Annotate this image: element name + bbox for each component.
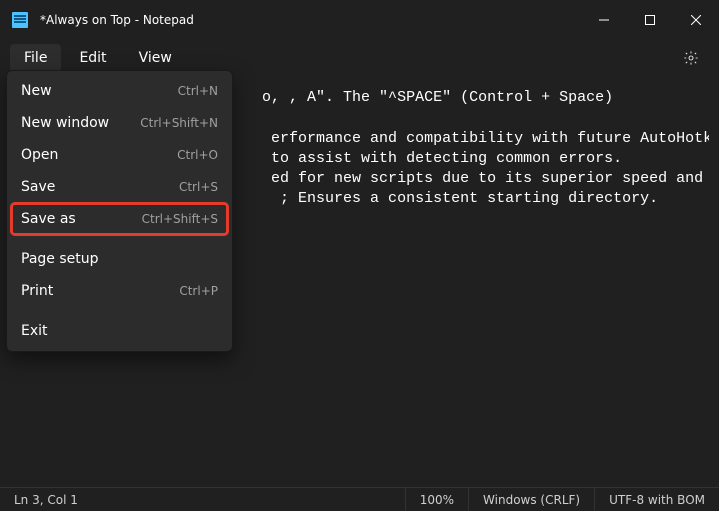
minimize-button[interactable] [581,0,627,40]
status-zoom[interactable]: 100% [405,488,468,511]
menu-item-shortcut: Ctrl+Shift+N [140,116,218,130]
file-menu-dropdown: New Ctrl+N New window Ctrl+Shift+N Open Ctrl+… [6,70,233,352]
menu-item-page-setup[interactable]: Page setup [11,243,228,275]
menu-item-label: Save [21,179,55,195]
menu-item-save[interactable]: Save Ctrl+S [11,171,228,203]
menu-item-print[interactable]: Print Ctrl+P [11,275,228,307]
menu-view[interactable]: View [125,44,186,72]
menu-item-label: Print [21,283,53,299]
status-encoding[interactable]: UTF-8 with BOM [594,488,719,511]
menu-item-shortcut: Ctrl+P [179,284,218,298]
menu-item-label: Page setup [21,251,99,267]
titlebar[interactable]: *Always on Top - Notepad [0,0,719,40]
menu-item-shortcut: Ctrl+O [177,148,218,162]
menu-item-shortcut: Ctrl+N [178,84,218,98]
menu-edit[interactable]: Edit [65,44,120,72]
menu-item-label: New window [21,115,109,131]
menu-item-label: Save as [21,211,76,227]
menu-item-label: Exit [21,323,48,339]
window-title: *Always on Top - Notepad [40,13,194,27]
menu-item-new[interactable]: New Ctrl+N [11,75,228,107]
menu-item-label: Open [21,147,58,163]
close-button[interactable] [673,0,719,40]
notepad-icon [12,12,28,28]
menu-item-shortcut: Ctrl+Shift+S [142,212,218,226]
maximize-button[interactable] [627,0,673,40]
menu-file[interactable]: File [10,44,61,72]
statusbar: Ln 3, Col 1 100% Windows (CRLF) UTF-8 wi… [0,487,719,511]
status-position: Ln 3, Col 1 [0,488,92,511]
menu-item-open[interactable]: Open Ctrl+O [11,139,228,171]
menu-item-shortcut: Ctrl+S [179,180,218,194]
menu-item-label: New [21,83,52,99]
status-line-ending[interactable]: Windows (CRLF) [468,488,594,511]
menu-item-exit[interactable]: Exit [11,315,228,347]
settings-button[interactable] [675,42,707,74]
menu-item-save-as[interactable]: Save as Ctrl+Shift+S [11,203,228,235]
menu-item-new-window[interactable]: New window Ctrl+Shift+N [11,107,228,139]
gear-icon [683,50,699,66]
window-controls [581,0,719,40]
